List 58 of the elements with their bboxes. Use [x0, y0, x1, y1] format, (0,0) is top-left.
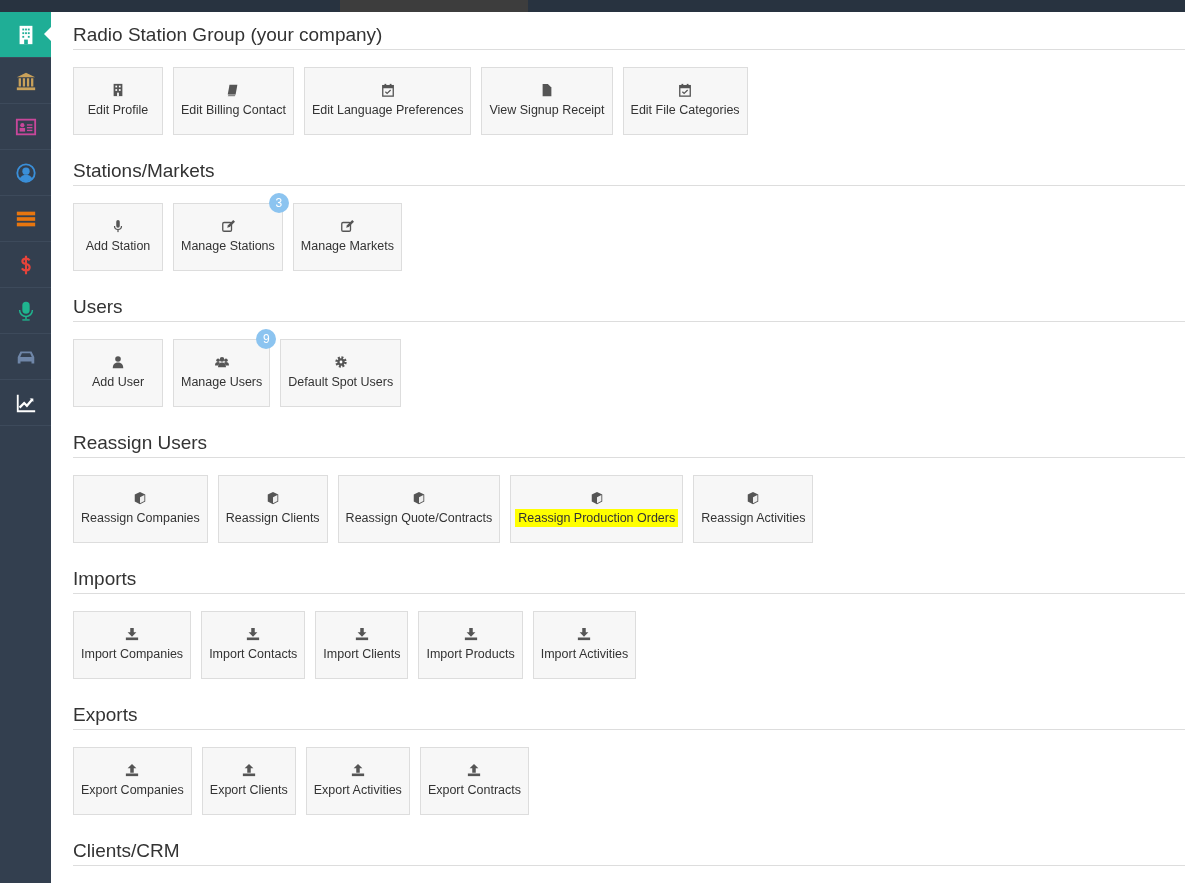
cube-icon: [133, 491, 148, 505]
section-heading: Imports: [73, 568, 1185, 594]
download-icon: [463, 627, 478, 641]
upload-icon: [467, 763, 482, 777]
tile-button[interactable]: Manage Markets: [292, 203, 402, 271]
section-heading: Exports: [73, 704, 1185, 730]
tile-button[interactable]: Edit Profile: [73, 67, 163, 135]
tile-button[interactable]: Import Products: [418, 611, 523, 679]
tile-button[interactable]: Export Activities: [305, 747, 410, 815]
section-heading: Users: [73, 296, 1185, 322]
upload-icon: [241, 763, 256, 777]
tile-button[interactable]: Import Clients: [315, 611, 409, 679]
tile-button[interactable]: Import Contacts: [201, 611, 306, 679]
section-heading: Radio Station Group (your company): [73, 24, 1185, 50]
count-badge: 9: [256, 329, 277, 349]
tile-button[interactable]: Add User: [73, 339, 163, 407]
download-icon: [577, 627, 592, 641]
building-icon: [111, 83, 125, 97]
download-icon: [246, 627, 261, 641]
edit-icon: [220, 219, 235, 233]
upload-icon: [125, 763, 140, 777]
calendar-icon: [380, 83, 395, 97]
active-pointer: [44, 27, 51, 41]
download-icon: [125, 627, 140, 641]
tile-button[interactable]: View Signup Receipt: [481, 67, 613, 135]
tile-button[interactable]: Import Companies: [73, 611, 192, 679]
mic-icon: [111, 219, 125, 233]
section-heading: Stations/Markets: [73, 160, 1185, 186]
download-icon: [354, 627, 369, 641]
count-badge: 3: [268, 193, 289, 213]
tile-button[interactable]: Reassign Quote/Contracts: [337, 475, 501, 543]
tile-button[interactable]: Default Spot Users: [280, 339, 402, 407]
calendar-icon: [678, 83, 693, 97]
tile-button[interactable]: Reassign Clients: [217, 475, 328, 543]
gear-icon: [333, 355, 348, 369]
cube-icon: [589, 491, 604, 505]
tile-button[interactable]: Reassign Activities: [693, 475, 814, 543]
tile-button[interactable]: Import Activities: [532, 611, 637, 679]
upload-icon: [350, 763, 365, 777]
cube-icon: [411, 491, 426, 505]
tile-button[interactable]: Reassign Production Orders: [510, 475, 684, 543]
tile-button[interactable]: Export Companies: [73, 747, 192, 815]
tile-button[interactable]: Export Contracts: [419, 747, 529, 815]
tile-button[interactable]: Edit File Categories: [622, 67, 748, 135]
section-heading: Reassign Users: [73, 432, 1185, 458]
section-heading: Clients/CRM: [73, 840, 1185, 866]
tile-button[interactable]: Edit Language Preferences: [303, 67, 472, 135]
user-icon: [111, 355, 125, 369]
sidebar-item[interactable]: [0, 12, 51, 58]
file-icon: [540, 83, 554, 97]
cube-icon: [746, 491, 761, 505]
edit-icon: [340, 219, 355, 233]
tile-button[interactable]: Edit Billing Contact: [173, 67, 294, 135]
tile-button[interactable]: Export Clients: [201, 747, 296, 815]
users-icon: [214, 355, 229, 369]
cube-icon: [265, 491, 280, 505]
tile-button[interactable]: Add Station: [73, 203, 163, 271]
tile-button[interactable]: Reassign Companies: [73, 475, 208, 543]
